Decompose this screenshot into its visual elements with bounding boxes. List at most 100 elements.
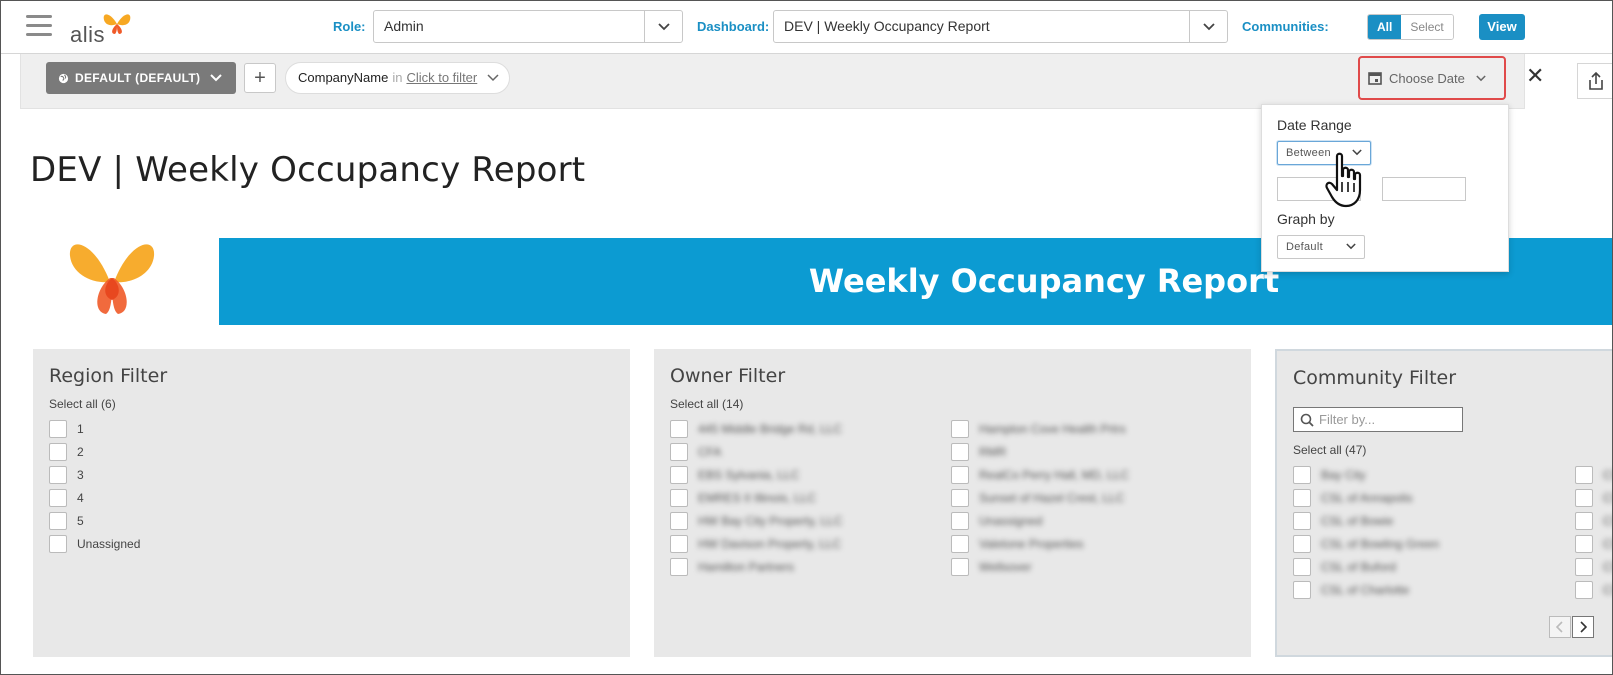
checkbox[interactable] <box>951 512 969 530</box>
checkbox[interactable] <box>670 420 688 438</box>
list-item[interactable]: EMRES II Illinois, LLC <box>670 488 816 508</box>
list-item[interactable]: RMR <box>951 442 1006 462</box>
list-item[interactable]: CSL of Charlotte <box>1293 580 1409 600</box>
list-item[interactable]: CS <box>1575 488 1613 508</box>
checkbox[interactable] <box>670 489 688 507</box>
checkbox[interactable] <box>49 466 67 484</box>
choose-date-button[interactable]: Choose Date <box>1368 64 1486 92</box>
list-item[interactable]: Hamilton Partners <box>670 557 794 577</box>
checkbox[interactable] <box>1293 581 1311 599</box>
dashboard-label: Dashboard: <box>697 19 770 34</box>
owner-select-all[interactable]: Select all (14) <box>670 397 743 411</box>
list-item[interactable]: Unassigned <box>49 534 140 554</box>
chevron-down-icon[interactable] <box>644 11 682 42</box>
checkbox[interactable] <box>1293 558 1311 576</box>
company-name-filter-pill[interactable]: CompanyName in Click to filter <box>285 62 511 94</box>
checkbox[interactable] <box>670 558 688 576</box>
list-item[interactable]: Wellsover <box>951 557 1031 577</box>
checkbox[interactable] <box>951 420 969 438</box>
dashboard-select[interactable]: DEV | Weekly Occupancy Report <box>773 10 1228 43</box>
click-to-filter-link[interactable]: Click to filter <box>406 70 477 85</box>
checkbox[interactable] <box>49 443 67 461</box>
list-item[interactable]: Valetone Properties <box>951 534 1084 554</box>
checkbox[interactable] <box>951 466 969 484</box>
role-select[interactable]: Admin <box>373 10 683 43</box>
list-item[interactable]: CS <box>1575 557 1613 577</box>
list-item[interactable]: CS <box>1575 580 1613 600</box>
checkbox[interactable] <box>1575 581 1593 599</box>
region-select-all[interactable]: Select all (6) <box>49 397 116 411</box>
checkbox[interactable] <box>49 535 67 553</box>
community-filter-title: Community Filter <box>1293 367 1457 389</box>
graph-by-select[interactable]: Default <box>1277 235 1365 259</box>
list-item[interactable]: CFA <box>670 442 721 462</box>
view-button[interactable]: View <box>1479 14 1525 40</box>
hamburger-menu-icon[interactable] <box>26 15 52 37</box>
communities-all-button[interactable]: All <box>1368 15 1402 39</box>
checkbox[interactable] <box>1293 466 1311 484</box>
checkbox[interactable] <box>670 512 688 530</box>
checkbox[interactable] <box>670 535 688 553</box>
dashboard-select-value: DEV | Weekly Occupancy Report <box>784 18 990 34</box>
checkbox[interactable] <box>951 558 969 576</box>
checkbox[interactable] <box>1293 535 1311 553</box>
add-filter-button[interactable]: + <box>244 63 276 93</box>
checkbox[interactable] <box>1293 512 1311 530</box>
checkbox[interactable] <box>49 489 67 507</box>
page-prev-button[interactable] <box>1549 616 1571 638</box>
list-item[interactable]: HW Davison Property, LLC <box>670 534 841 554</box>
list-item[interactable]: CSL of Buford <box>1293 557 1396 577</box>
chevron-down-icon <box>1476 74 1486 81</box>
list-item[interactable]: HW Bay City Property, LLC <box>670 511 842 531</box>
chevron-down-icon[interactable] <box>1189 11 1227 42</box>
checkbox[interactable] <box>951 535 969 553</box>
close-icon[interactable]: ✕ <box>1526 65 1544 87</box>
list-item[interactable]: CS <box>1575 465 1613 485</box>
alis-logo[interactable]: alis <box>70 8 140 48</box>
search-icon <box>1300 413 1314 427</box>
list-item[interactable]: CSL of Annapolis <box>1293 488 1413 508</box>
chevron-left-icon <box>1556 621 1563 633</box>
list-item[interactable]: 445 Middle Bridge Rd, LLC <box>670 419 842 439</box>
communities-select-button[interactable]: Select <box>1401 15 1453 39</box>
list-item[interactable]: 1 <box>49 419 84 439</box>
export-share-button[interactable] <box>1577 63 1613 99</box>
checkbox[interactable] <box>670 443 688 461</box>
list-item[interactable]: RealCo Perry Hall, MD, LLC <box>951 465 1129 485</box>
community-select-all[interactable]: Select all (47) <box>1293 443 1366 457</box>
list-item[interactable]: CS <box>1575 534 1613 554</box>
checkbox[interactable] <box>49 420 67 438</box>
checkbox[interactable] <box>1575 535 1593 553</box>
checkbox[interactable] <box>1575 512 1593 530</box>
community-search-input[interactable]: Filter by... <box>1293 407 1463 432</box>
checkbox[interactable] <box>1575 489 1593 507</box>
graph-by-value: Default <box>1286 241 1323 253</box>
default-filter-button[interactable]: DEFAULT (DEFAULT) <box>46 62 236 94</box>
list-item[interactable]: CS <box>1575 511 1613 531</box>
share-export-icon <box>1589 71 1603 90</box>
end-date-input[interactable] <box>1382 177 1466 201</box>
list-item[interactable]: 4 <box>49 488 84 508</box>
checkbox[interactable] <box>1575 558 1593 576</box>
checkbox[interactable] <box>670 466 688 484</box>
checkbox[interactable] <box>951 489 969 507</box>
checkbox[interactable] <box>1575 466 1593 484</box>
list-item[interactable]: Unassigned <box>951 511 1042 531</box>
list-item[interactable]: Sunset of Hazel Crest, LLC <box>951 488 1124 508</box>
chevron-down-icon[interactable] <box>487 63 499 93</box>
list-item[interactable]: Hampton Cove Health Prtrs <box>951 419 1126 439</box>
list-item[interactable]: CSL of Bowie <box>1293 511 1393 531</box>
list-item[interactable]: CSL of Bowling Green <box>1293 534 1439 554</box>
list-item[interactable]: 2 <box>49 442 84 462</box>
list-item[interactable]: EBS Sylvania, LLC <box>670 465 799 485</box>
pill-field-name: CompanyName <box>298 70 389 85</box>
checkbox[interactable] <box>49 512 67 530</box>
role-label: Role: <box>333 19 366 34</box>
checkbox[interactable] <box>1293 489 1311 507</box>
checkbox[interactable] <box>951 443 969 461</box>
page-next-button[interactable] <box>1572 616 1594 638</box>
list-item[interactable]: Bay City <box>1293 465 1366 485</box>
butterfly-logo-icon <box>103 14 131 34</box>
list-item[interactable]: 5 <box>49 511 84 531</box>
list-item[interactable]: 3 <box>49 465 84 485</box>
